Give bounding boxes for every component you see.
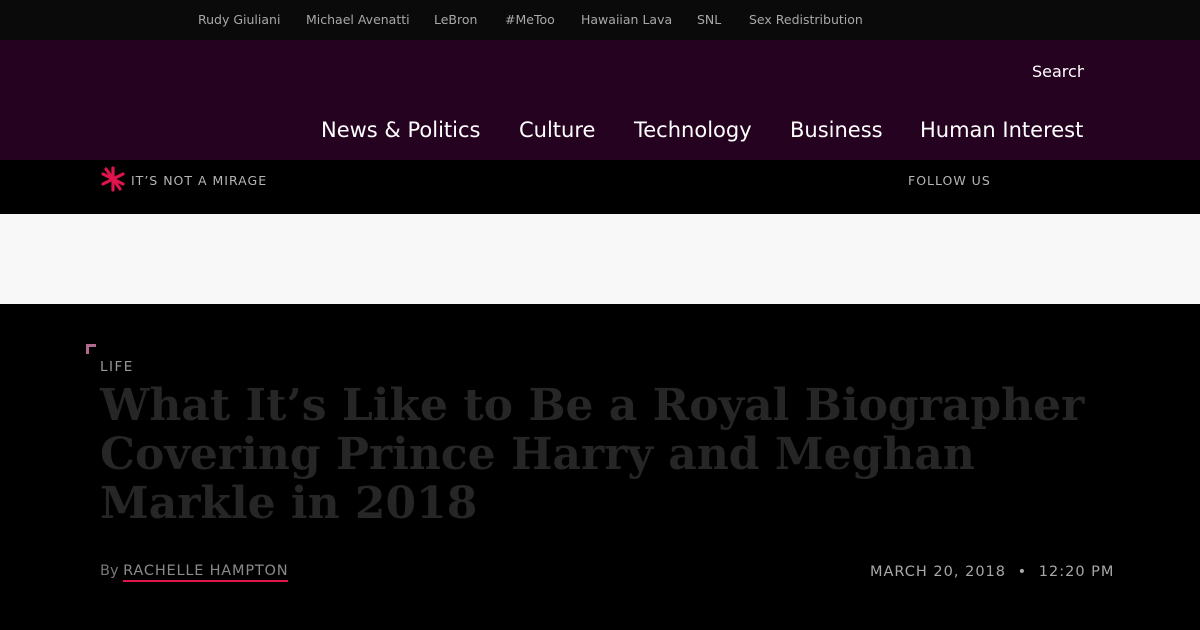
trending-link-hawaiian-lava[interactable]: Hawaiian Lava bbox=[581, 12, 672, 27]
trending-bar: Rudy Giuliani Michael Avenatti LeBron #M… bbox=[0, 0, 1200, 40]
ad-banner-area bbox=[0, 214, 1200, 304]
trending-link-metoo[interactable]: #MeToo bbox=[505, 12, 555, 27]
nav-item-human-interest[interactable]: Human Interest bbox=[920, 118, 1083, 142]
trending-link-rudy-giuliani[interactable]: Rudy Giuliani bbox=[198, 12, 280, 27]
search-input[interactable]: Search bbox=[1032, 62, 1084, 81]
article-headline: What It’s Like to Be a Royal Biographer … bbox=[100, 380, 1085, 529]
trending-link-snl[interactable]: SNL bbox=[697, 12, 721, 27]
nav-item-culture[interactable]: Culture bbox=[519, 118, 595, 142]
main-header: Search News & Politics Culture Technolog… bbox=[0, 40, 1200, 160]
follow-us-link[interactable]: FOLLOW US bbox=[908, 173, 991, 188]
star-burst-logo-icon[interactable] bbox=[100, 166, 126, 192]
article-header: LIFE What It’s Like to Be a Royal Biogra… bbox=[0, 304, 1200, 630]
article-category[interactable]: LIFE bbox=[100, 359, 134, 375]
sub-bar: IT’S NOT A MIRAGE FOLLOW US bbox=[0, 160, 1200, 214]
nav-item-technology[interactable]: Technology bbox=[634, 118, 752, 142]
corner-accent bbox=[86, 344, 96, 354]
dateline: MARCH 20, 2018 • 12:20 PM bbox=[870, 564, 1114, 580]
date-separator: • bbox=[1017, 564, 1028, 580]
site-tagline: IT’S NOT A MIRAGE bbox=[131, 173, 268, 188]
author-link[interactable]: RACHELLE HAMPTON bbox=[123, 563, 289, 582]
publish-date: MARCH 20, 2018 bbox=[870, 564, 1006, 580]
nav-item-business[interactable]: Business bbox=[790, 118, 883, 142]
byline-prefix: By bbox=[100, 563, 119, 579]
byline: By RACHELLE HAMPTON bbox=[100, 563, 289, 582]
trending-link-lebron[interactable]: LeBron bbox=[434, 12, 477, 27]
nav-item-news-politics[interactable]: News & Politics bbox=[321, 118, 480, 142]
trending-link-michael-avenatti[interactable]: Michael Avenatti bbox=[306, 12, 410, 27]
publish-time: 12:20 PM bbox=[1038, 564, 1115, 580]
trending-link-sex-redistribution[interactable]: Sex Redistribution bbox=[749, 12, 863, 27]
